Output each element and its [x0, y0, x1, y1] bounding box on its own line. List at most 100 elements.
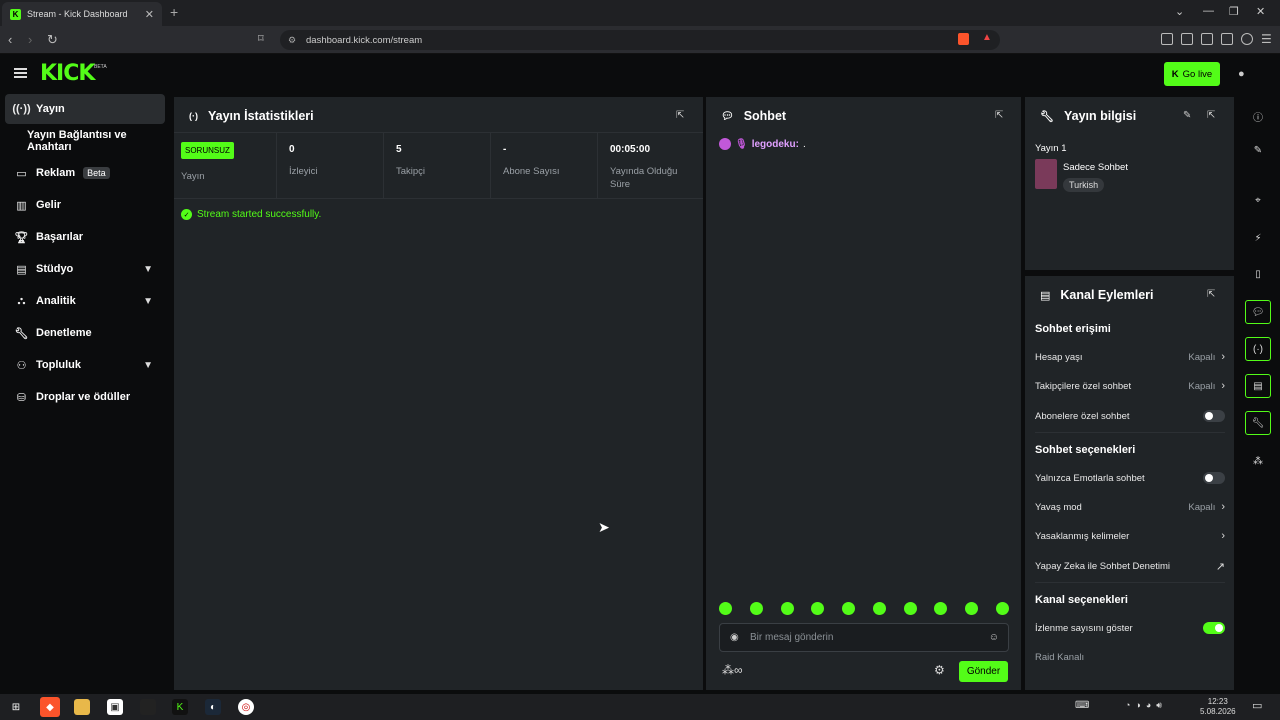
sidebar-item-analitik[interactable]: ⛬ Analitik ▼: [5, 286, 165, 316]
points-rail-icon[interactable]: ⁂: [1245, 449, 1271, 473]
chat-rail-icon[interactable]: 💬︎: [1245, 300, 1271, 324]
gear-icon[interactable]: ⚙: [934, 663, 945, 677]
shield-icon[interactable]: ◉: [730, 632, 739, 643]
address-bar[interactable]: ⚙ dashboard.kick.com/stream: [280, 30, 1000, 50]
browser-tab[interactable]: K Stream - Kick Dashboard ✕: [2, 2, 162, 26]
obs-icon[interactable]: ◎: [238, 699, 254, 715]
row-label: Yasaklanmış kelimeler: [1035, 530, 1130, 542]
slow-mode-row[interactable]: Yavaş mod Kapalı ›: [1035, 499, 1225, 515]
chat-input[interactable]: ◉ Bir mesaj gönderin ☺: [719, 623, 1009, 652]
popout-icon[interactable]: ⇱: [1207, 289, 1215, 300]
emote-icon[interactable]: [965, 602, 979, 615]
wrench-rail-icon[interactable]: 🔧︎: [1245, 411, 1271, 435]
steam-icon[interactable]: ◐: [205, 699, 221, 715]
lightning-icon[interactable]: ⚡︎: [1245, 226, 1271, 250]
brave-shield-icon[interactable]: [958, 33, 969, 45]
emote-icon[interactable]: [934, 602, 948, 615]
clock[interactable]: 12:23 5.08.2026: [1200, 697, 1236, 717]
edit-icon[interactable]: ✎: [1245, 138, 1271, 162]
emote-icon[interactable]: [872, 602, 886, 615]
os-taskbar: ⊞ ◆ ▣ K ◐ ◎ ⌨ ◔◑◕🔊︎ 12:23 5.08.2026 ▭: [0, 694, 1280, 720]
vpn-icon[interactable]: [1241, 33, 1253, 45]
wallet-icon[interactable]: [1201, 33, 1213, 45]
subs-only-toggle[interactable]: [1203, 410, 1225, 422]
file-explorer-icon[interactable]: [74, 699, 90, 715]
windows-start-icon[interactable]: ⊞: [8, 699, 24, 715]
keyboard-icon[interactable]: ⌨: [1075, 700, 1089, 711]
kick-logo[interactable]: KICK: [40, 61, 95, 86]
edit-icon[interactable]: ✎: [1183, 110, 1191, 121]
emote-icon[interactable]: [842, 602, 856, 615]
tab-close-icon[interactable]: ✕: [145, 8, 154, 21]
go-live-button[interactable]: K Go live: [1164, 62, 1220, 86]
brave-taskbar-icon[interactable]: ◆: [40, 697, 60, 717]
sidebar-item-basarilar[interactable]: 🏆︎ Başarılar: [5, 222, 165, 252]
sidebar-item-reklam[interactable]: ▭ Reklam Beta: [5, 158, 165, 188]
account-age-row[interactable]: Hesap yaşı Kapalı ›: [1035, 349, 1225, 365]
sidebar-item-denetleme[interactable]: 🔧︎ Denetleme: [5, 318, 165, 348]
sidebar-item-stream-key[interactable]: Yayın Bağlantısı ve Anahtarı: [5, 126, 173, 156]
minimize-icon[interactable]: —: [1203, 5, 1214, 17]
sidebar-item-label: Yayın Bağlantısı ve Anahtarı: [27, 129, 127, 153]
emote-icon[interactable]: [780, 602, 794, 615]
sidebar-item-droplar[interactable]: ⛁ Droplar ve ödüller: [5, 382, 165, 412]
info-icon[interactable]: ⓘ: [1245, 104, 1271, 128]
sidebar-item-gelir[interactable]: ▥ Gelir: [5, 190, 165, 220]
raid-channel-row[interactable]: Raid Kanalı: [1035, 649, 1225, 665]
panel-title: ▤ Kanal Eylemleri: [1040, 288, 1154, 302]
popout-icon[interactable]: ⇱: [676, 110, 684, 121]
show-viewers-toggle[interactable]: [1203, 622, 1225, 634]
category-name[interactable]: Sadece Sohbet: [1063, 162, 1128, 173]
banned-words-row[interactable]: Yasaklanmış kelimeler ›: [1035, 528, 1225, 544]
emote-icon[interactable]: [719, 602, 732, 615]
stat-label: Yayında Olduğu Süre: [610, 166, 678, 190]
emote-icon[interactable]: [903, 602, 917, 615]
kick-taskbar-icon[interactable]: K: [172, 699, 188, 715]
store-icon[interactable]: ▣: [107, 699, 123, 715]
focus-icon[interactable]: ⌖: [1245, 188, 1271, 212]
followers-only-row[interactable]: Takipçilere özel sohbet Kapalı ›: [1035, 378, 1225, 394]
sidebar-item-topluluk[interactable]: ⚇ Topluluk ▼: [5, 350, 165, 380]
sidebar-item-studyo[interactable]: ▤ Stüdyo ▼: [5, 254, 165, 284]
reload-icon[interactable]: ↻: [47, 32, 58, 48]
maximize-icon[interactable]: ❐: [1229, 5, 1239, 18]
brave-rewards-icon[interactable]: ▲: [982, 32, 992, 43]
hamburger-menu-icon[interactable]: [14, 68, 27, 78]
channel-title: Kanal Eylemleri: [1060, 288, 1154, 302]
section-channel-options: Kanal seçenekleri: [1035, 594, 1128, 606]
trophy-icon: 🏆︎: [14, 231, 29, 244]
menu-icon[interactable]: ☰: [1261, 32, 1272, 46]
popout-icon[interactable]: ⇱: [995, 110, 1003, 121]
emote-icon[interactable]: [749, 602, 763, 615]
points-icon[interactable]: ⁂∞: [722, 663, 743, 677]
emote-icon[interactable]: [811, 602, 825, 615]
forward-icon[interactable]: ›: [28, 32, 32, 47]
bookmark-icon[interactable]: ⌑: [258, 32, 264, 45]
new-tab-button[interactable]: +: [170, 4, 178, 20]
site-info-icon[interactable]: ⚙: [288, 35, 296, 46]
tray-icons[interactable]: ◔◑◕🔊︎: [1125, 700, 1167, 711]
channel-rail-icon[interactable]: ▤: [1245, 374, 1271, 398]
user-avatar-icon[interactable]: ●: [1238, 68, 1245, 80]
extensions-icon[interactable]: [1161, 33, 1173, 45]
sidebar-icon[interactable]: [1181, 33, 1193, 45]
app-icon[interactable]: [140, 699, 156, 715]
tab-list-icon[interactable]: ⌄: [1175, 5, 1184, 18]
popout-icon[interactable]: ⇱: [1207, 110, 1215, 121]
back-icon[interactable]: ‹: [8, 32, 12, 47]
emote-only-toggle[interactable]: [1203, 472, 1225, 484]
chevron-down-icon: ▼: [143, 263, 153, 275]
leo-ai-icon[interactable]: [1221, 33, 1233, 45]
close-window-icon[interactable]: ✕: [1256, 5, 1265, 18]
emoji-icon[interactable]: ☺: [989, 632, 999, 643]
sidebar-item-yayin[interactable]: ((·)) Yayın: [5, 94, 165, 124]
ai-moderation-row[interactable]: Yapay Zeka ile Sohbet Denetimi ↗: [1035, 558, 1225, 574]
chat-username[interactable]: legodeku:: [752, 139, 799, 150]
broadcast-rail-icon[interactable]: (·): [1245, 337, 1271, 361]
document-icon[interactable]: ▯: [1245, 262, 1271, 286]
notification-icon[interactable]: ▭: [1252, 699, 1262, 712]
send-button[interactable]: Gönder: [959, 661, 1008, 682]
dashboard-header: KICK BETA K Go live ●: [0, 54, 1280, 94]
sidebar-item-label: Gelir: [36, 199, 62, 211]
emote-icon[interactable]: [995, 602, 1009, 615]
